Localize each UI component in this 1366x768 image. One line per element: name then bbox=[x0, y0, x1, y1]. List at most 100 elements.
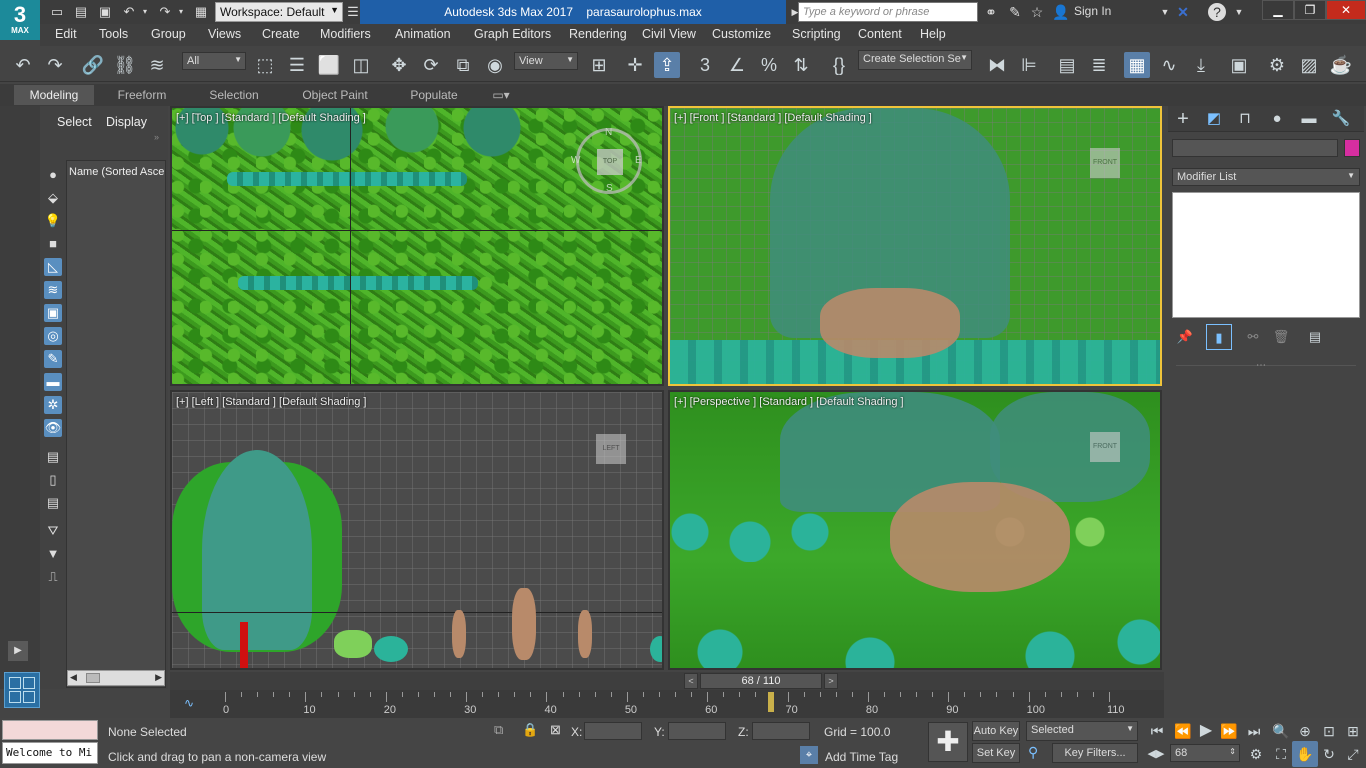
next-frame-button[interactable]: > bbox=[824, 673, 838, 689]
object-name-input[interactable] bbox=[1172, 139, 1338, 157]
auto-key-button[interactable]: Auto Key bbox=[972, 721, 1020, 741]
pin-stack-icon[interactable]: 📌 bbox=[1172, 324, 1198, 350]
ribbon-tab-object-paint[interactable]: Object Paint bbox=[290, 85, 380, 105]
undo-icon[interactable]: ↶ bbox=[120, 3, 138, 21]
display-hidden-icon[interactable]: 👁 bbox=[44, 419, 62, 437]
filter-icon[interactable]: ⛛ bbox=[44, 522, 62, 540]
y-coord-field[interactable] bbox=[668, 722, 726, 740]
display-xrefs-icon[interactable]: ◎ bbox=[44, 327, 62, 345]
help-dropdown-icon[interactable]: ▼ bbox=[1230, 3, 1248, 21]
field-of-view-icon[interactable]: ⛶ bbox=[1268, 741, 1294, 767]
viewport-layouts-icon[interactable] bbox=[4, 672, 40, 708]
panel-resize-handle[interactable]: ⋯ bbox=[1256, 360, 1266, 371]
project-folder-icon[interactable]: ▦ bbox=[192, 3, 210, 21]
window-crossing-icon[interactable]: ◫ bbox=[348, 52, 374, 78]
save-file-icon[interactable]: ▣ bbox=[96, 3, 114, 21]
rectangular-selection-icon[interactable]: ⬜ bbox=[316, 52, 342, 78]
ribbon-tab-selection[interactable]: Selection bbox=[196, 85, 272, 105]
align-icon[interactable]: ⊫ bbox=[1016, 52, 1042, 78]
scene-object-list[interactable] bbox=[66, 160, 166, 688]
placement-icon[interactable]: ◉ bbox=[482, 52, 508, 78]
scale-icon[interactable]: ⧉ bbox=[450, 52, 476, 78]
current-frame-field[interactable]: 68 ⇕ bbox=[1170, 744, 1240, 762]
reference-coordinate-dropdown[interactable]: View ▼ bbox=[514, 52, 578, 70]
menu-edit[interactable]: Edit bbox=[55, 27, 77, 41]
modifier-list-dropdown[interactable]: Modifier List ▼ bbox=[1172, 168, 1360, 186]
menu-help[interactable]: Help bbox=[920, 27, 946, 41]
mini-curve-editor-icon[interactable]: ∿ bbox=[184, 696, 194, 710]
display-tab-icon[interactable]: ▬ bbox=[1296, 106, 1322, 132]
configure-modifier-sets-icon[interactable]: ▤ bbox=[1302, 324, 1328, 350]
menu-customize[interactable]: Customize bbox=[712, 27, 771, 41]
scene-explorer-icon[interactable]: ▤ bbox=[1054, 52, 1080, 78]
menu-create[interactable]: Create bbox=[262, 27, 300, 41]
spinner-snap-icon[interactable]: ⇅ bbox=[788, 52, 814, 78]
close-button[interactable]: ✕ bbox=[1326, 0, 1366, 20]
display-lights-icon[interactable]: 💡 bbox=[44, 212, 62, 230]
menu-rendering[interactable]: Rendering bbox=[569, 27, 627, 41]
scrollbar-thumb[interactable] bbox=[86, 673, 100, 683]
maximize-viewport-icon[interactable]: ⤢ bbox=[1340, 741, 1366, 767]
menu-civil-view[interactable]: Civil View bbox=[642, 27, 696, 41]
object-color-swatch[interactable] bbox=[1344, 139, 1360, 157]
ribbon-toggle-icon[interactable]: ▦ bbox=[1124, 52, 1150, 78]
menu-tools[interactable]: Tools bbox=[99, 27, 128, 41]
angle-snap-icon[interactable]: ∠ bbox=[724, 52, 750, 78]
time-tag-icon[interactable]: ⌖ bbox=[800, 746, 818, 764]
unlink-icon[interactable]: ⛓ bbox=[112, 52, 138, 78]
exchange-apps-icon[interactable]: ✕ bbox=[1174, 3, 1192, 21]
viewport-label[interactable]: [+] [Top ] [Standard ] [Default Shading … bbox=[176, 112, 366, 124]
select-and-manipulate-icon[interactable]: ✛ bbox=[622, 52, 648, 78]
prev-frame-button[interactable]: < bbox=[684, 673, 698, 689]
link-icon[interactable]: 🔗 bbox=[80, 52, 106, 78]
orbit-icon[interactable]: ↻ bbox=[1316, 741, 1342, 767]
menu-views[interactable]: Views bbox=[208, 27, 241, 41]
ribbon-options-icon[interactable]: ▭▾ bbox=[486, 85, 516, 105]
menu-graph-editors[interactable]: Graph Editors bbox=[474, 27, 551, 41]
create-tab-icon[interactable]: + bbox=[1170, 106, 1196, 132]
undo-dropdown-icon[interactable]: ▾ bbox=[140, 3, 150, 21]
mirror-icon[interactable]: ⧓ bbox=[984, 52, 1010, 78]
workspace-dropdown[interactable]: Workspace: Default ▼ bbox=[215, 2, 343, 22]
redo-dropdown-icon[interactable]: ▾ bbox=[176, 3, 186, 21]
layer-toggle-icon[interactable]: ⎍ bbox=[44, 568, 62, 586]
curve-editor-icon[interactable]: ∿ bbox=[1156, 52, 1182, 78]
display-dependents-icon[interactable]: ▤ bbox=[44, 494, 62, 512]
viewport-label[interactable]: [+] [Perspective ] [Standard ] [Default … bbox=[674, 396, 904, 408]
menu-scripting[interactable]: Scripting bbox=[792, 27, 841, 41]
bind-space-warp-icon[interactable]: ≋ bbox=[144, 52, 170, 78]
menu-animation[interactable]: Animation bbox=[395, 27, 451, 41]
redo-icon[interactable]: ↷ bbox=[156, 3, 174, 21]
display-geometry-icon[interactable]: ● bbox=[44, 166, 62, 184]
key-mode-toggle-icon[interactable]: ◀▶ bbox=[1146, 741, 1166, 767]
display-bones-icon[interactable]: ✎ bbox=[44, 350, 62, 368]
maxscript-listener-output[interactable] bbox=[2, 720, 98, 740]
move-icon[interactable]: ✥ bbox=[386, 52, 412, 78]
key-filters-button[interactable]: Key Filters... bbox=[1052, 743, 1138, 763]
maximize-button[interactable]: ❐ bbox=[1294, 0, 1326, 20]
hierarchy-tab-icon[interactable]: ⊓ bbox=[1232, 106, 1258, 132]
viewcube[interactable]: LEFT bbox=[596, 434, 626, 464]
horizontal-scrollbar[interactable]: ◀ ▶ bbox=[67, 670, 165, 686]
edit-named-selection-icon[interactable]: {} bbox=[826, 52, 852, 78]
snap-toggle-icon[interactable]: 3 bbox=[692, 52, 718, 78]
make-unique-icon[interactable]: ⚯ bbox=[1240, 324, 1266, 350]
modify-tab-icon[interactable]: ◩ bbox=[1201, 106, 1227, 132]
binoculars-icon[interactable]: ⚭ bbox=[982, 3, 1000, 21]
communication-center-icon[interactable]: ✎ bbox=[1006, 3, 1024, 21]
viewcube[interactable]: TOP bbox=[597, 149, 623, 175]
layer-explorer-icon[interactable]: ≣ bbox=[1086, 52, 1112, 78]
key-selection-dropdown[interactable]: Selected ▼ bbox=[1026, 721, 1138, 741]
display-cameras-icon[interactable]: ■ bbox=[44, 235, 62, 253]
menu-group[interactable]: Group bbox=[151, 27, 186, 41]
select-object-icon[interactable]: ⬚ bbox=[252, 52, 278, 78]
render-production-icon[interactable]: ☕ bbox=[1328, 52, 1354, 78]
minimize-button[interactable]: ▁ bbox=[1262, 0, 1294, 20]
display-children-icon[interactable]: ▤ bbox=[44, 448, 62, 466]
expand-panel-icon[interactable]: » bbox=[154, 132, 159, 142]
remove-modifier-icon[interactable]: 🗑 bbox=[1268, 324, 1294, 350]
help-icon[interactable]: ? bbox=[1208, 3, 1226, 21]
rendered-frame-window-icon[interactable]: ▨ bbox=[1296, 52, 1322, 78]
menu-content[interactable]: Content bbox=[858, 27, 902, 41]
name-column-header[interactable]: Name (Sorted Ascer bbox=[69, 166, 165, 178]
